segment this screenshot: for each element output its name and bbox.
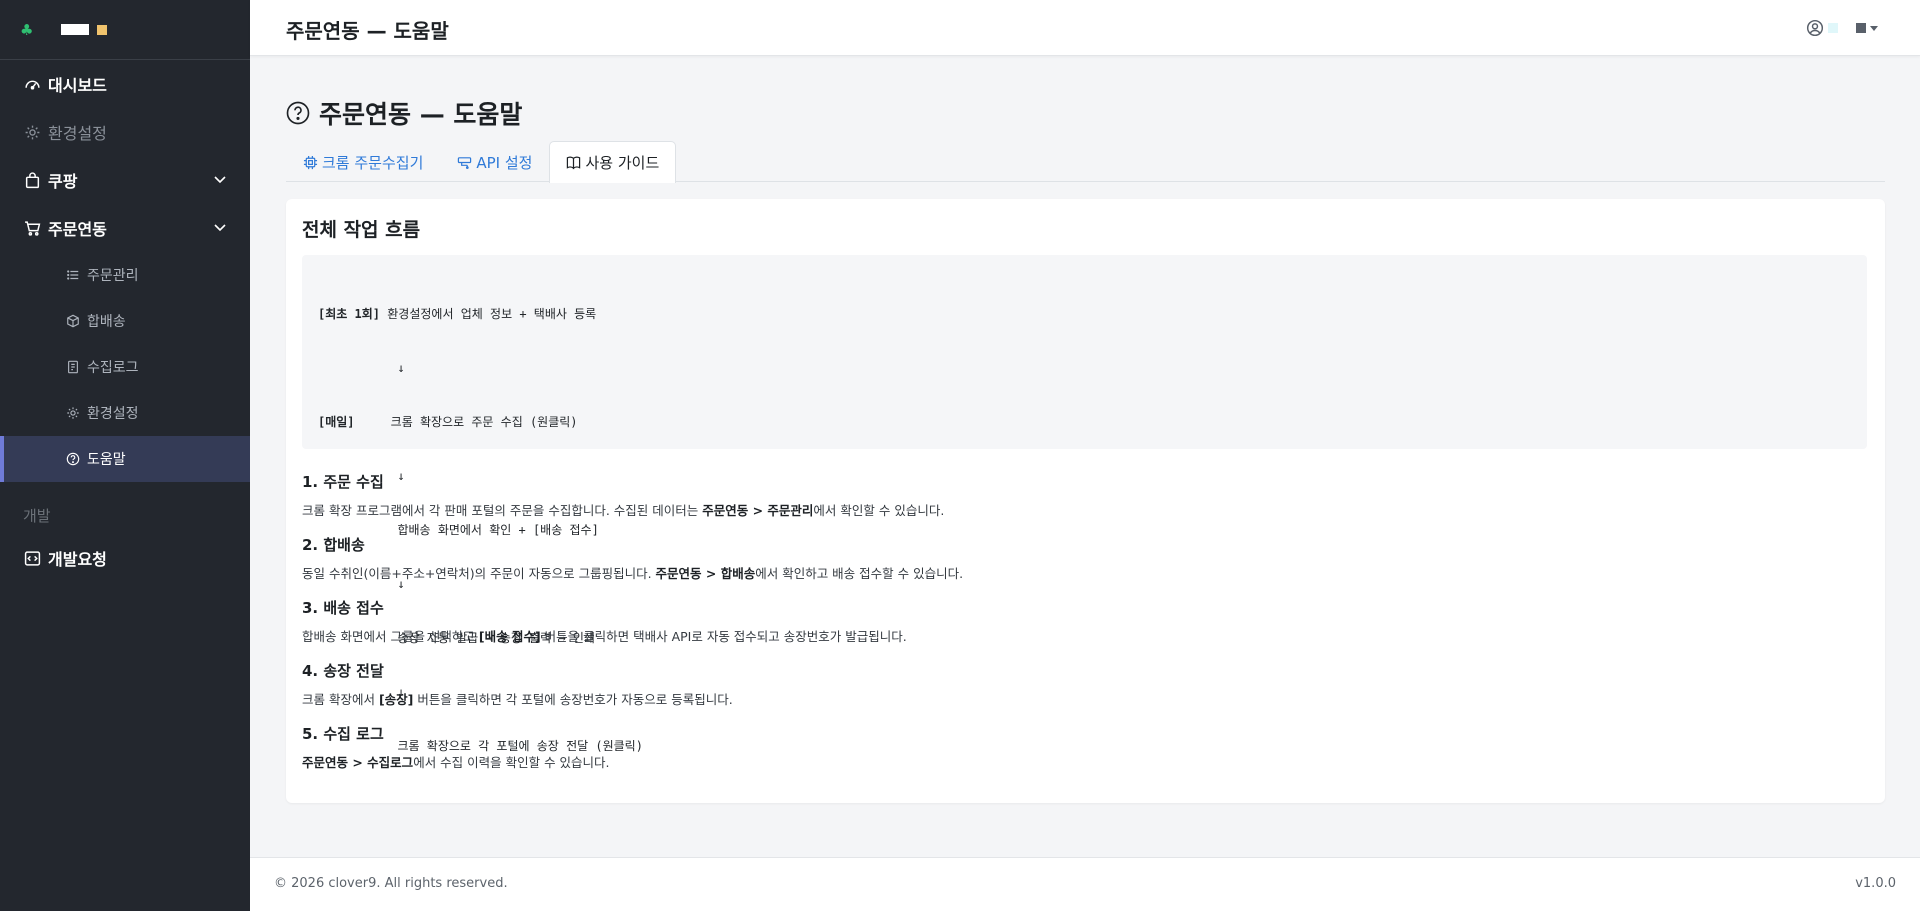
- header-title: 주문연동 — 도움말: [286, 19, 449, 43]
- user-circle-icon[interactable]: [1806, 19, 1824, 37]
- section-text: 합배송 화면에서 그룹을 선택하고 [배송 접수] 버튼을 클릭하면 택배사 A…: [302, 629, 907, 644]
- guide-section-collect-log: 5. 수집 로그 주문연동 > 수집로그에서 수집 이력을 확인할 수 있습니다…: [302, 723, 610, 771]
- language-flag[interactable]: [1856, 23, 1866, 33]
- section-text: 동일 수취인(이름+주소+연락처)의 주문이 자동으로 그룹핑됩니다. 주문연동…: [302, 566, 964, 581]
- sidebar-item-label: 주문연동: [48, 220, 107, 239]
- version-text: v1.0.0: [1855, 876, 1896, 891]
- user-menu[interactable]: [1806, 19, 1878, 37]
- sidebar-item-order-sync[interactable]: 주문연동: [0, 204, 250, 252]
- sidebar-subitem-label: 수집로그: [87, 360, 139, 376]
- sidebar-item-dashboard[interactable]: 대시보드: [0, 60, 250, 108]
- section-title: 1. 주문 수집: [302, 473, 384, 491]
- journal-icon: [66, 360, 80, 374]
- sidebar-section-label: 개발: [23, 507, 51, 525]
- tab-bar: 크롬 주문수집기 API 설정 사용 가이드: [286, 141, 1885, 183]
- guide-section-shipping-register: 3. 배송 접수 합배송 화면에서 그룹을 선택하고 [배송 접수] 버튼을 클…: [302, 597, 907, 645]
- sidebar-item-settings[interactable]: 환경설정: [0, 108, 250, 156]
- copyright-text: © 2026 clover9. All rights reserved.: [274, 876, 508, 891]
- sidebar-subitem-collect-log[interactable]: 수집로그: [0, 344, 250, 390]
- section-title: 2. 합배송: [302, 536, 365, 554]
- sidebar-subitem-label: 주문관리: [87, 268, 139, 284]
- code-icon: [23, 549, 41, 567]
- flow-line: [최초 1회] 환경설정에서 업체 정보 + 택배사 등록: [318, 307, 597, 321]
- page-title-text: 주문연동 — 도움말: [319, 100, 523, 129]
- sidebar-subitem-help[interactable]: 도움말: [0, 436, 250, 482]
- tab-api-settings[interactable]: API 설정: [440, 141, 549, 182]
- chevron-down-icon[interactable]: [212, 171, 228, 187]
- sidebar-item-coupang[interactable]: 쿠팡: [0, 156, 250, 204]
- tab-label: API 설정: [476, 153, 533, 172]
- sidebar-subitem-order-manage[interactable]: 주문관리: [0, 252, 250, 298]
- caret-down-icon[interactable]: [1870, 25, 1878, 31]
- speedometer-icon: [23, 75, 41, 93]
- sidebar-item-dev-request[interactable]: 개발요청: [0, 534, 250, 582]
- bag-icon: [23, 171, 41, 189]
- sidebar-item-label: 대시보드: [48, 76, 107, 95]
- sidebar-item-label: 쿠팡: [48, 172, 78, 191]
- sidebar-subitem-combined-shipping[interactable]: 합배송: [0, 298, 250, 344]
- tab-user-guide[interactable]: 사용 가이드: [549, 141, 677, 183]
- sidebar: ♣ 대시보드 환경설정 쿠팡 주문연동 주문관리 합배송 수집로그 환경설정 도…: [0, 0, 250, 911]
- workflow-diagram: [최초 1회] 환경설정에서 업체 정보 + 택배사 등록 ↓ [매일] 크롬 …: [302, 255, 1867, 753]
- tab-label: 사용 가이드: [585, 154, 660, 172]
- guide-section-order-collect: 1. 주문 수집 크롬 확장 프로그램에서 각 판매 포털의 주문을 수집합니다…: [302, 471, 944, 519]
- section-title: 4. 송장 전달: [302, 662, 384, 680]
- api-icon: [458, 156, 472, 169]
- box-icon: [66, 314, 80, 328]
- main-content: 주문연동 — 도움말 크롬 주문수집기 API 설정 사용 가이드 전체 작업 …: [250, 57, 1920, 857]
- sidebar-subitem-label: 도움말: [87, 452, 126, 468]
- footer: © 2026 clover9. All rights reserved. v1.…: [250, 857, 1920, 911]
- flow-line: [매일] 크롬 확장으로 주문 수집 (원클릭): [318, 415, 578, 429]
- tab-chrome-collector[interactable]: 크롬 주문수집기: [286, 141, 440, 182]
- user-name-redacted: [1828, 23, 1838, 33]
- section-title: 5. 수집 로그: [302, 725, 384, 743]
- section-text: 크롬 확장에서 [송장] 버튼을 클릭하면 각 포털에 송장번호가 자동으로 등…: [302, 692, 733, 707]
- sidebar-subitem-label: 합배송: [87, 314, 126, 330]
- guide-section-invoice-transfer: 4. 송장 전달 크롬 확장에서 [송장] 버튼을 클릭하면 각 포털에 송장번…: [302, 660, 733, 708]
- card-heading: 전체 작업 흐름: [302, 219, 421, 241]
- chevron-down-icon[interactable]: [212, 219, 228, 235]
- section-text: 주문연동 > 수집로그에서 수집 이력을 확인할 수 있습니다.: [302, 755, 610, 770]
- sidebar-item-label: 개발요청: [48, 550, 107, 569]
- clover-icon: ♣: [20, 20, 34, 39]
- sidebar-subitem-settings[interactable]: 환경설정: [0, 390, 250, 436]
- top-header: 주문연동 — 도움말: [250, 0, 1920, 56]
- question-circle-icon: [66, 452, 80, 466]
- tab-label: 크롬 주문수집기: [322, 153, 424, 172]
- list-icon: [66, 268, 80, 282]
- brand-logo-mark: [61, 24, 90, 35]
- brand[interactable]: ♣: [0, 0, 250, 60]
- section-title: 3. 배송 접수: [302, 599, 384, 617]
- guide-card: 전체 작업 흐름 [최초 1회] 환경설정에서 업체 정보 + 택배사 등록 ↓…: [286, 199, 1885, 803]
- cpu-icon: [303, 155, 318, 169]
- section-text: 크롬 확장 프로그램에서 각 판매 포털의 주문을 수집합니다. 수집된 데이터…: [302, 503, 945, 518]
- sidebar-subitem-label: 환경설정: [87, 406, 139, 422]
- gear-icon: [66, 406, 80, 420]
- sidebar-item-label: 환경설정: [48, 124, 107, 143]
- brand-logo-accent: [97, 24, 108, 35]
- book-icon: [567, 156, 581, 170]
- flow-line: ↓: [318, 361, 405, 375]
- page-title: 주문연동 — 도움말: [286, 95, 522, 131]
- cart-icon: [23, 219, 41, 237]
- guide-section-combined-shipping: 2. 합배송 동일 수취인(이름+주소+연락처)의 주문이 자동으로 그룹핑됩니…: [302, 534, 963, 582]
- question-circle-icon: [286, 101, 310, 125]
- gear-icon: [23, 123, 41, 141]
